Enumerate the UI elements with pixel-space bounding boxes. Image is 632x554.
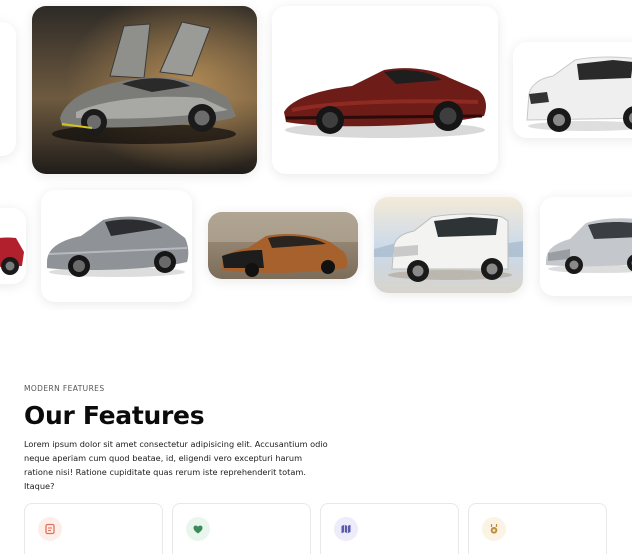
map-icon: [334, 517, 358, 541]
feature-card-heart[interactable]: [172, 503, 311, 554]
car-image: [0, 208, 26, 284]
section-description: Lorem ipsum dolor sit amet consectetur a…: [24, 439, 328, 491]
car-card-white-suv[interactable]: [513, 42, 632, 138]
car-card-edge-left-top[interactable]: [0, 22, 16, 156]
section-title: Our Features: [24, 401, 205, 430]
car-image: [540, 197, 632, 296]
car-card-red-roadster[interactable]: [272, 6, 498, 174]
car-gallery: [0, 0, 632, 310]
document-icon: [38, 517, 62, 541]
heart-icon: [186, 517, 210, 541]
page: MODERN FEATURES Our Features Lorem ipsum…: [0, 0, 632, 554]
car-image: [208, 212, 358, 279]
car-card-bronze-sedan[interactable]: [208, 212, 358, 279]
car-image: [0, 22, 16, 156]
feature-card-award[interactable]: [468, 503, 607, 554]
feature-card-document[interactable]: [24, 503, 163, 554]
car-card-silver-limo[interactable]: [540, 197, 632, 296]
award-icon: [482, 517, 506, 541]
car-card-silver-sedan[interactable]: [41, 190, 192, 302]
car-image: [41, 190, 192, 302]
car-image: [513, 42, 632, 138]
section-eyebrow: MODERN FEATURES: [24, 384, 105, 393]
car-image: [272, 6, 498, 174]
car-card-hypercar-gullwing[interactable]: [32, 6, 257, 174]
car-image: [32, 6, 257, 174]
car-card-red-partial[interactable]: [0, 208, 26, 284]
car-image: [374, 197, 523, 293]
features-section: MODERN FEATURES Our Features Lorem ipsum…: [24, 384, 624, 493]
car-card-white-landcruiser[interactable]: [374, 197, 523, 293]
feature-card-map[interactable]: [320, 503, 459, 554]
